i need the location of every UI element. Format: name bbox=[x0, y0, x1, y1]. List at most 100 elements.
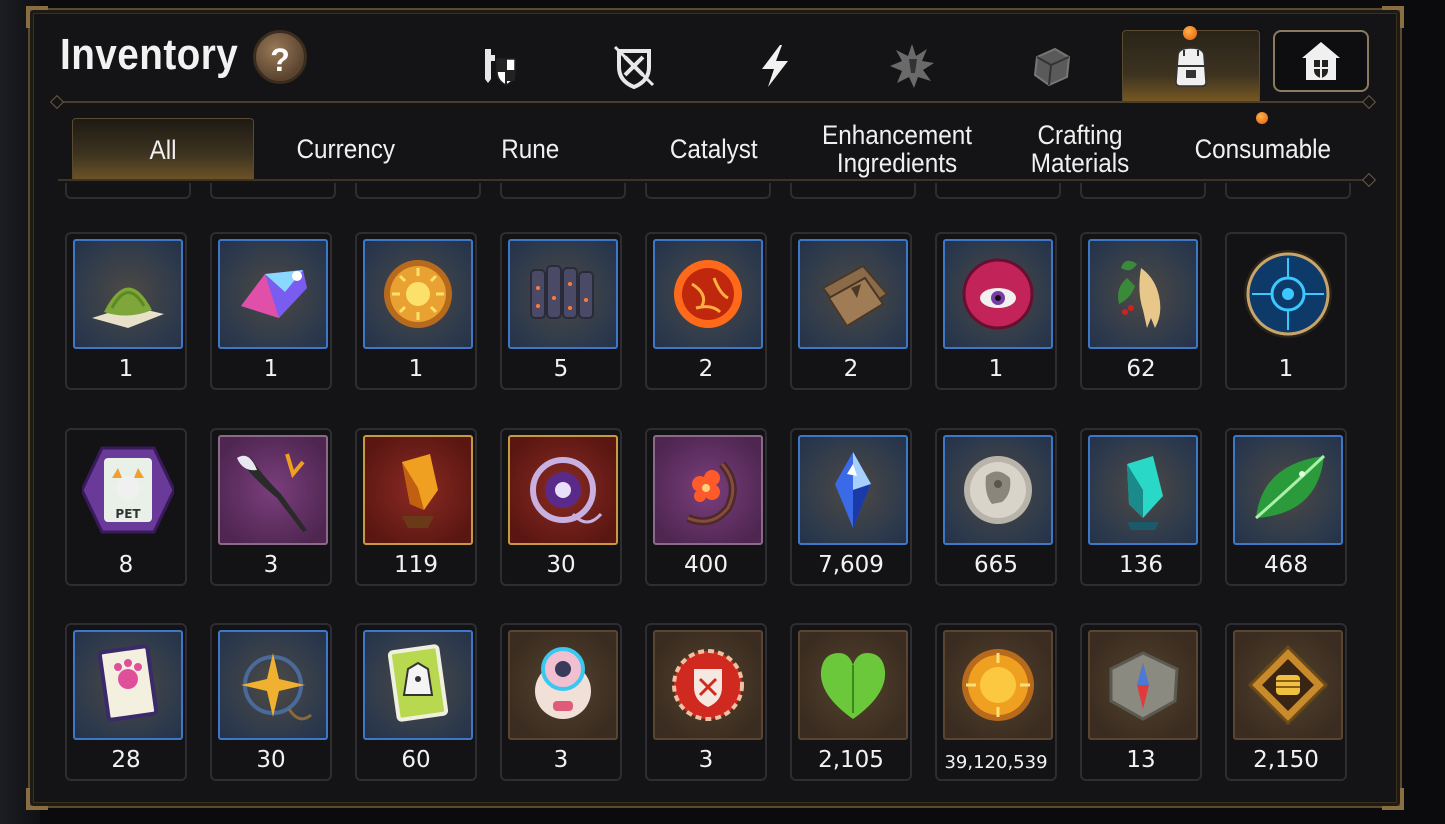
item-count: 2 bbox=[843, 356, 859, 382]
item-frame bbox=[218, 630, 328, 740]
subtab-catalyst[interactable]: Catalyst bbox=[624, 118, 804, 180]
item-slot[interactable]: 62 bbox=[1080, 232, 1202, 390]
item-slot[interactable]: 400 bbox=[645, 428, 767, 586]
fire-orb-icon bbox=[674, 260, 742, 328]
item-slot[interactable]: 1 bbox=[65, 232, 187, 390]
item-count: 2 bbox=[698, 356, 714, 382]
tab-skills[interactable] bbox=[733, 30, 817, 102]
item-slot[interactable]: 13 bbox=[1080, 623, 1202, 781]
item-slot[interactable]: 30 bbox=[210, 623, 332, 781]
panel-corner-ornament bbox=[26, 788, 48, 810]
gold-coin-icon bbox=[962, 649, 1034, 721]
blue-gem-icon bbox=[835, 452, 871, 528]
item-count: 1 bbox=[263, 356, 279, 382]
item-count: 119 bbox=[394, 552, 438, 578]
sun-coin-icon bbox=[384, 260, 452, 328]
pet-food-bag-icon: PET bbox=[82, 446, 174, 534]
stone-tablet-icon bbox=[1109, 651, 1179, 721]
tab-unequip[interactable] bbox=[592, 30, 676, 102]
item-slot[interactable]: 1 bbox=[1225, 232, 1347, 390]
item-count: 136 bbox=[1119, 552, 1163, 578]
item-slot[interactable]: 5 bbox=[500, 232, 622, 390]
item-frame bbox=[1088, 435, 1198, 545]
flower-hook-icon bbox=[686, 461, 737, 526]
item-frame bbox=[943, 435, 1053, 545]
item-frame bbox=[653, 630, 763, 740]
item-slot[interactable]: 2,150 bbox=[1225, 623, 1347, 781]
item-count: 400 bbox=[684, 552, 728, 578]
item-slot[interactable]: 1 bbox=[210, 232, 332, 390]
item-slot[interactable]: PET 8 bbox=[65, 428, 187, 586]
item-frame bbox=[218, 435, 328, 545]
item-slot[interactable]: 30 bbox=[500, 428, 622, 586]
item-slot[interactable]: 3 bbox=[210, 428, 332, 586]
item-count: 62 bbox=[1126, 356, 1156, 382]
help-button[interactable]: ? bbox=[253, 30, 307, 84]
item-slot[interactable]: 665 bbox=[935, 428, 1057, 586]
item-count: 665 bbox=[974, 552, 1018, 578]
panel-corner-ornament bbox=[1382, 6, 1404, 28]
subtab-consumable[interactable]: Consumable bbox=[1170, 118, 1356, 180]
item-frame bbox=[653, 435, 763, 545]
item-slot[interactable]: 2 bbox=[645, 232, 767, 390]
partial-item-slot bbox=[645, 183, 771, 199]
item-slot[interactable]: 119 bbox=[355, 428, 477, 586]
item-slot[interactable]: 2,105 bbox=[790, 623, 912, 781]
partial-item-slot bbox=[1225, 183, 1351, 199]
lightning-icon bbox=[762, 45, 788, 87]
feather-wand-icon bbox=[237, 453, 307, 532]
item-frame bbox=[798, 435, 908, 545]
rainbow-crystal-icon bbox=[241, 270, 307, 318]
header-divider bbox=[58, 101, 1368, 103]
item-count: 30 bbox=[256, 747, 286, 773]
item-count: 60 bbox=[401, 747, 431, 773]
item-count: 468 bbox=[1264, 552, 1308, 578]
subtab-all[interactable]: All bbox=[72, 118, 254, 181]
tab-inventory[interactable] bbox=[1122, 30, 1260, 103]
item-count: 3 bbox=[698, 747, 714, 773]
page-title: Inventory bbox=[60, 30, 239, 79]
item-count: 1 bbox=[118, 356, 134, 382]
burst-emblem-icon bbox=[890, 44, 934, 88]
item-frame bbox=[1088, 630, 1198, 740]
subtab-crafting-materials[interactable]: Crafting Materials bbox=[1000, 118, 1160, 180]
card-paw-icon bbox=[97, 644, 159, 722]
item-slot[interactable]: 7,609 bbox=[790, 428, 912, 586]
item-frame bbox=[508, 435, 618, 545]
guild-house-icon bbox=[1302, 42, 1340, 80]
subtab-currency[interactable]: Currency bbox=[256, 118, 436, 180]
grass-pile-icon bbox=[92, 287, 164, 328]
item-slot[interactable]: 1 bbox=[355, 232, 477, 390]
item-frame bbox=[363, 630, 473, 740]
panel-corner-ornament bbox=[26, 6, 48, 28]
item-slot[interactable]: 136 bbox=[1080, 428, 1202, 586]
item-count: 1 bbox=[988, 356, 1004, 382]
item-slot[interactable]: 468 bbox=[1225, 428, 1347, 586]
subtab-rune[interactable]: Rune bbox=[440, 118, 620, 180]
tab-boxes[interactable] bbox=[1010, 30, 1094, 102]
item-slot[interactable]: 39,120,539 bbox=[935, 623, 1057, 781]
item-frame bbox=[218, 239, 328, 349]
item-slot[interactable]: 2 bbox=[790, 232, 912, 390]
item-slot[interactable]: 60 bbox=[355, 623, 477, 781]
tab-emblem[interactable] bbox=[870, 30, 954, 102]
item-slot[interactable]: 1 bbox=[935, 232, 1057, 390]
tab-guild-storage[interactable] bbox=[1273, 30, 1369, 92]
partial-item-slot bbox=[355, 183, 481, 199]
item-frame bbox=[73, 239, 183, 349]
item-frame bbox=[1088, 239, 1198, 349]
item-count: 2,105 bbox=[818, 747, 884, 773]
notification-dot bbox=[1256, 112, 1268, 124]
amber-crystal-icon bbox=[402, 454, 438, 528]
subtab-enhancement-ingredients[interactable]: Enhancement Ingredients bbox=[800, 118, 994, 180]
item-slot[interactable]: 28 bbox=[65, 623, 187, 781]
robot-pet-icon bbox=[535, 647, 591, 719]
item-count: 2,150 bbox=[1253, 747, 1319, 773]
badge-shield-icon bbox=[672, 649, 744, 721]
item-slot[interactable]: 3 bbox=[500, 623, 622, 781]
item-count: 1 bbox=[1278, 356, 1294, 382]
tab-equipment[interactable] bbox=[454, 30, 538, 102]
teal-crystal-icon bbox=[1127, 456, 1163, 530]
panel-corner-ornament bbox=[1382, 788, 1404, 810]
item-slot[interactable]: 3 bbox=[645, 623, 767, 781]
